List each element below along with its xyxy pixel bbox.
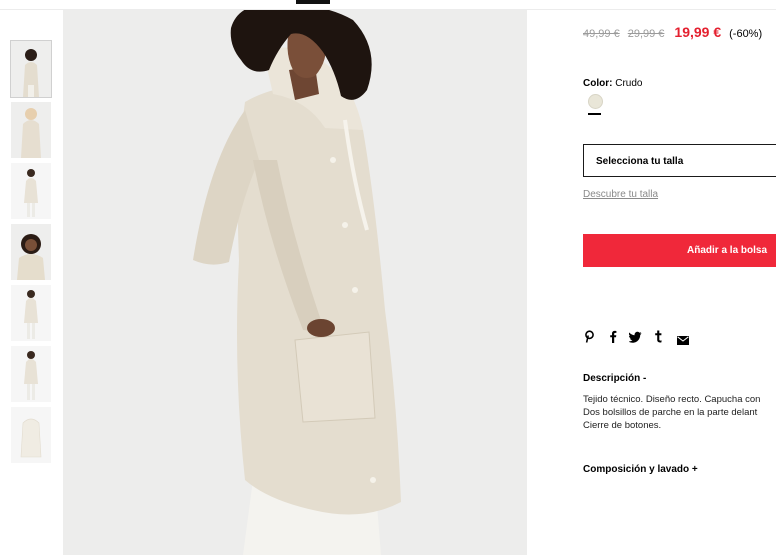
description-line: Tejido técnico. Diseño recto. Capucha co… xyxy=(583,394,761,405)
thumbnail-1[interactable] xyxy=(10,40,52,98)
original-price: 49,99 € xyxy=(583,28,620,40)
discount-badge: (-60%) xyxy=(729,28,763,40)
description-line: Dos bolsillos de parche en la parte dela… xyxy=(583,407,758,418)
description-text: Tejido técnico. Diseño recto. Capucha co… xyxy=(583,393,776,432)
mail-icon[interactable] xyxy=(677,332,689,350)
thumbnail-7[interactable] xyxy=(11,407,51,463)
facebook-icon[interactable] xyxy=(609,330,617,348)
description-line: Cierre de botones. xyxy=(583,420,662,431)
twitter-icon[interactable] xyxy=(628,330,642,348)
size-select-placeholder: Selecciona tu talla xyxy=(596,156,684,167)
thumbnail-2[interactable] xyxy=(11,102,51,158)
color-label: Color: xyxy=(583,78,613,89)
main-product-image[interactable] xyxy=(63,10,527,555)
color-label-row: Color: Crudo xyxy=(583,78,642,89)
tumblr-icon[interactable] xyxy=(654,330,662,348)
thumbnail-gallery xyxy=(10,40,52,468)
size-guide-link[interactable]: Descubre tu talla xyxy=(583,189,658,200)
size-select[interactable]: Selecciona tu talla xyxy=(583,144,776,177)
add-to-bag-button[interactable]: Añadir a la bolsa xyxy=(583,234,776,267)
current-price: 19,99 € xyxy=(674,24,722,40)
selected-swatch-indicator xyxy=(588,113,601,115)
thumbnail-3[interactable] xyxy=(11,163,51,219)
pinterest-icon[interactable] xyxy=(584,330,595,348)
thumbnail-4[interactable] xyxy=(11,224,51,280)
description-toggle[interactable]: Descripción - xyxy=(583,373,646,384)
previous-price: 29,99 € xyxy=(627,28,665,40)
color-value: Crudo xyxy=(615,78,643,89)
add-to-bag-label: Añadir a la bolsa xyxy=(687,245,768,256)
thumbnail-6[interactable] xyxy=(11,346,51,402)
active-nav-indicator xyxy=(296,0,330,4)
color-swatch-crudo[interactable] xyxy=(588,94,603,109)
price-row: 49,99 € 29,99 € 19,99 € (-60%) xyxy=(583,24,762,42)
composition-toggle[interactable]: Composición y lavado + xyxy=(583,464,698,475)
thumbnail-5[interactable] xyxy=(11,285,51,341)
